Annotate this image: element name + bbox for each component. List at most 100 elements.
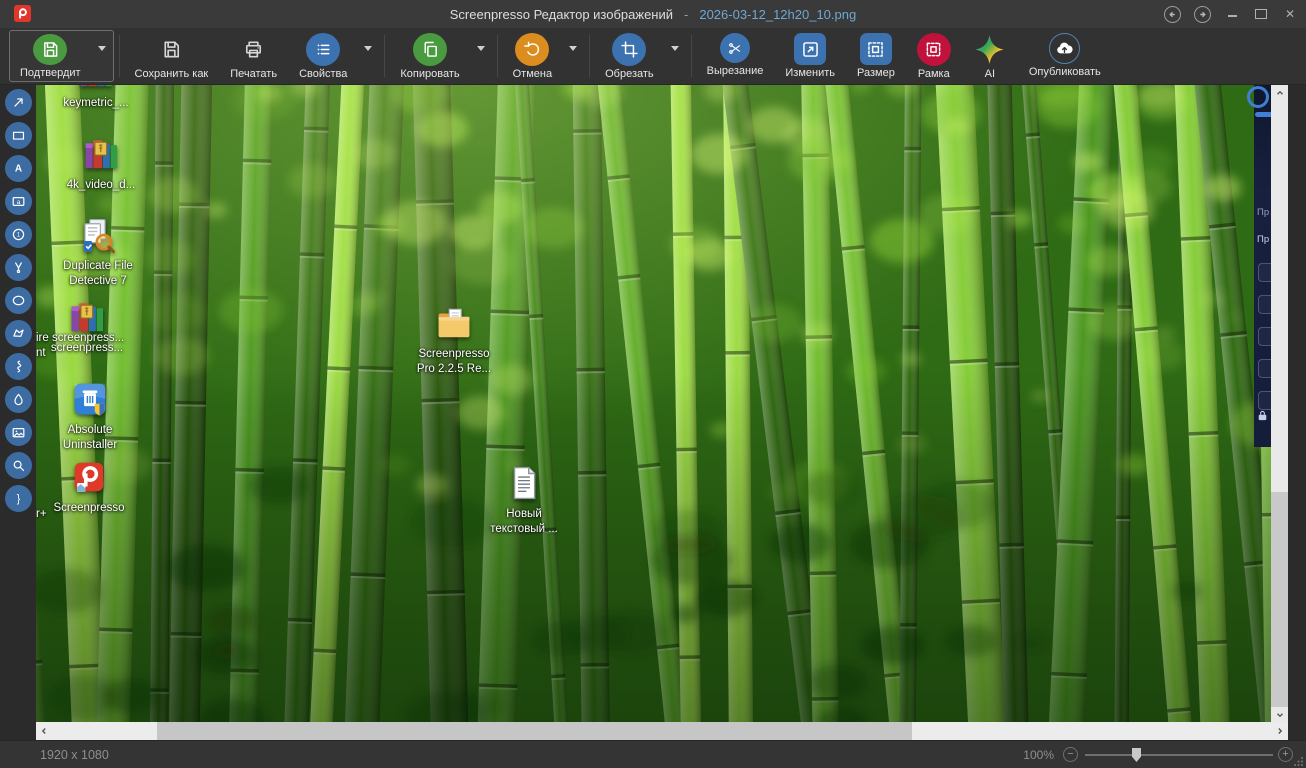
scissors-icon bbox=[720, 33, 750, 63]
partial-desktop-label: r+ bbox=[36, 508, 47, 520]
cut-button[interactable]: Вырезание bbox=[697, 30, 774, 82]
bottom-right-gutter bbox=[1288, 722, 1306, 740]
desktop-icon-label: Screenpresso bbox=[419, 347, 490, 362]
copy-button-label: Копировать bbox=[400, 68, 459, 80]
blur-tool[interactable] bbox=[5, 386, 32, 413]
brace-tool[interactable]: } bbox=[5, 485, 32, 512]
svg-text:A: A bbox=[14, 164, 21, 175]
ai-button-group: AI bbox=[963, 30, 1017, 82]
text-tool[interactable]: A bbox=[5, 155, 32, 182]
crop-icon bbox=[612, 33, 646, 66]
numbering-tool[interactable]: 1 bbox=[5, 221, 32, 248]
svg-text:1: 1 bbox=[16, 233, 20, 239]
desktop-icon-label: Absolute bbox=[68, 423, 113, 438]
magnifier-tool[interactable] bbox=[5, 452, 32, 479]
forward-button[interactable] bbox=[1194, 6, 1211, 23]
panel-circle-fragment bbox=[1247, 86, 1269, 108]
panel-tab-fragment bbox=[1255, 112, 1271, 117]
copy-button[interactable]: Копировать bbox=[390, 30, 469, 82]
undo-button-dropdown[interactable] bbox=[562, 30, 584, 66]
toolbar-separator bbox=[589, 35, 590, 77]
chevron-down-icon bbox=[477, 46, 485, 51]
highlighter-tool[interactable] bbox=[5, 254, 32, 281]
zoom-percent: 100% bbox=[1023, 748, 1054, 762]
toolbar-separator bbox=[497, 35, 498, 77]
edit-button[interactable]: Изменить bbox=[775, 30, 845, 82]
winrar-icon bbox=[77, 85, 115, 96]
undo-button-label: Отмена bbox=[513, 68, 552, 80]
copy-icon bbox=[413, 33, 447, 66]
properties-button-dropdown[interactable] bbox=[357, 30, 379, 66]
print-button[interactable]: Печатать bbox=[220, 30, 287, 82]
copy-button-group: Копировать bbox=[390, 30, 491, 82]
captured-desktop-icons: keymetric_...4k_video_d...Duplicate File… bbox=[36, 85, 1271, 722]
zoom-slider[interactable] bbox=[1085, 754, 1273, 756]
partial-desktop-label: nt bbox=[36, 347, 46, 359]
desktop-icon-label: Duplicate File bbox=[63, 259, 133, 274]
publish-button[interactable]: Опубликовать bbox=[1019, 30, 1111, 82]
zoom-out-button[interactable]: − bbox=[1063, 747, 1078, 762]
panel-label: Пр bbox=[1257, 207, 1269, 218]
rectangle-tool[interactable] bbox=[5, 122, 32, 149]
panel-box-fragment bbox=[1258, 359, 1271, 378]
properties-button-label: Свойства bbox=[299, 68, 347, 80]
scroll-up-button[interactable] bbox=[1271, 85, 1288, 100]
back-button[interactable] bbox=[1164, 6, 1181, 23]
zoom-in-button[interactable]: + bbox=[1278, 747, 1293, 762]
properties-button[interactable]: Свойства bbox=[289, 30, 357, 82]
freehand-tool[interactable] bbox=[5, 353, 32, 380]
zoom-slider-thumb[interactable] bbox=[1132, 748, 1141, 762]
border-button[interactable]: Рамка bbox=[907, 30, 961, 82]
desktop-icon-label: Screenpresso bbox=[54, 501, 125, 516]
polygon-tool[interactable] bbox=[5, 320, 32, 347]
save-outline-icon bbox=[154, 33, 188, 66]
scroll-left-button[interactable] bbox=[36, 722, 52, 740]
duplicate-detective-icon bbox=[79, 216, 117, 259]
border-button-label: Рамка bbox=[918, 68, 950, 80]
edit-button-label: Изменить bbox=[785, 67, 835, 79]
confirm-button-dropdown[interactable] bbox=[91, 31, 113, 65]
horizontal-scrollbar[interactable] bbox=[36, 722, 1288, 740]
scroll-right-button[interactable] bbox=[1272, 722, 1288, 740]
undo-button[interactable]: Отмена bbox=[503, 30, 562, 82]
save-as-button-label: Сохранить как bbox=[135, 68, 209, 80]
padlock-icon bbox=[1256, 409, 1269, 422]
ellipse-tool[interactable] bbox=[5, 287, 32, 314]
chevron-up-icon bbox=[1276, 89, 1284, 97]
copy-button-dropdown[interactable] bbox=[470, 30, 492, 66]
maximize-button[interactable] bbox=[1253, 5, 1269, 23]
number-icon: 1 bbox=[10, 226, 27, 243]
forward-arrow-icon bbox=[1198, 10, 1207, 19]
confirm-button-group: Подтвердит bbox=[9, 30, 114, 82]
crop-button-dropdown[interactable] bbox=[664, 30, 686, 66]
vertical-scrollbar[interactable] bbox=[1271, 85, 1288, 722]
statusbar: 1920 x 1080 100% − + bbox=[0, 740, 1306, 768]
canvas-viewport[interactable]: keymetric_...4k_video_d...Duplicate File… bbox=[36, 85, 1271, 722]
crop-button[interactable]: Обрезать bbox=[595, 30, 664, 82]
close-icon: ✕ bbox=[1285, 8, 1295, 20]
scroll-down-button[interactable] bbox=[1271, 707, 1288, 722]
cut-button-group: Вырезание bbox=[697, 30, 774, 82]
desktop-icon-screenpresso-archive: screenpress... bbox=[41, 298, 133, 356]
ai-button[interactable]: AI bbox=[963, 30, 1017, 82]
confirm-button[interactable]: Подтвердит bbox=[10, 31, 91, 81]
size-button[interactable]: Размер bbox=[847, 30, 905, 82]
chevron-down-icon bbox=[671, 46, 679, 51]
image-tool[interactable] bbox=[5, 419, 32, 446]
crop-button-group: Обрезать bbox=[595, 30, 686, 82]
size-button-label: Размер bbox=[857, 67, 895, 79]
chevron-left-icon bbox=[40, 727, 48, 735]
svg-text:a: a bbox=[16, 199, 20, 206]
textbox-tool[interactable]: a bbox=[5, 188, 32, 215]
horizontal-scroll-thumb[interactable] bbox=[157, 722, 912, 740]
arrow-tool[interactable] bbox=[5, 89, 32, 116]
save-as-button[interactable]: Сохранить как bbox=[125, 30, 219, 82]
close-button[interactable]: ✕ bbox=[1282, 5, 1298, 23]
resize-grip[interactable] bbox=[1294, 756, 1304, 766]
magnifier-icon bbox=[10, 457, 27, 474]
minimize-button[interactable] bbox=[1224, 5, 1240, 23]
panel-box-fragment bbox=[1258, 391, 1271, 410]
vertical-scroll-thumb[interactable] bbox=[1271, 100, 1288, 492]
confirm-button-label: Подтвердит bbox=[20, 67, 81, 79]
panel-box-fragment bbox=[1258, 295, 1271, 314]
